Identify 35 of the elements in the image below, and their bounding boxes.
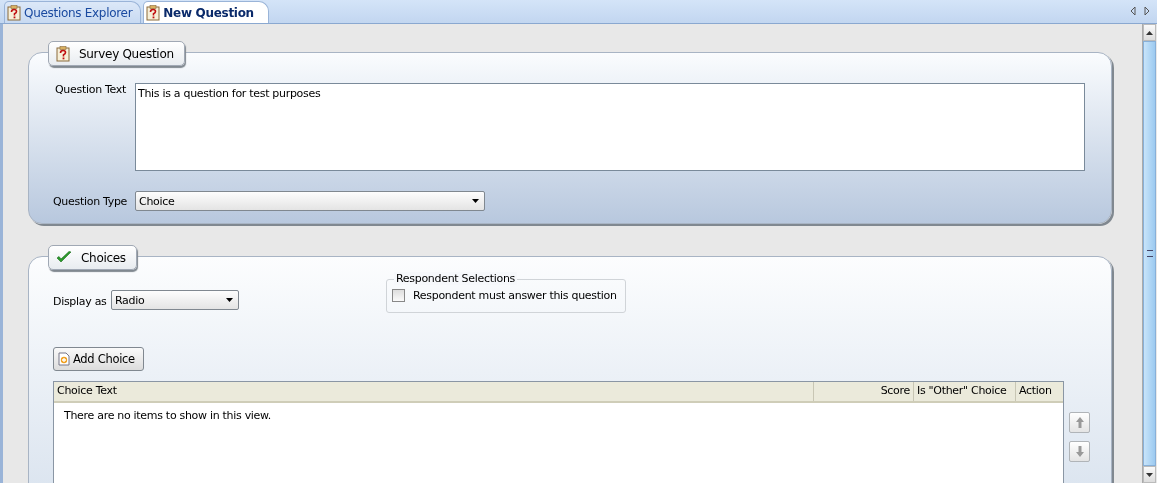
scroll-left-icon[interactable] xyxy=(1129,6,1137,16)
down-arrow-icon xyxy=(1075,446,1084,457)
empty-message: There are no items to show in this view. xyxy=(63,408,272,424)
scroll-down-icon[interactable] xyxy=(1146,472,1153,477)
checkmark-icon xyxy=(56,251,72,264)
move-down-button[interactable] xyxy=(1069,441,1090,462)
dropdown-arrow-icon xyxy=(226,298,233,302)
checkbox-label: Respondent must answer this question xyxy=(413,289,617,302)
scroll-up-icon[interactable] xyxy=(1146,30,1153,35)
question-icon xyxy=(146,4,161,21)
question-type-dropdown[interactable]: Choice xyxy=(135,191,485,211)
tab[interactable]: New Question xyxy=(143,1,269,23)
group-title: Respondent Selections xyxy=(394,272,517,285)
column-header[interactable]: Is "Other" Choice xyxy=(914,382,1016,401)
scroll-right-icon[interactable] xyxy=(1143,6,1151,16)
question-type-label: Question Type xyxy=(53,194,129,208)
display-as-label: Display as xyxy=(53,295,108,308)
tab[interactable]: Questions Explorer xyxy=(4,1,142,23)
column-header[interactable]: Choice Text xyxy=(54,382,814,401)
display-as-dropdown[interactable]: Radio xyxy=(111,290,239,310)
question-icon xyxy=(7,4,21,21)
dropdown-arrow-icon xyxy=(472,199,479,203)
panel-title: Choices xyxy=(81,250,126,265)
checkbox[interactable] xyxy=(392,289,405,302)
question-text-label: Question Text xyxy=(55,83,128,96)
question-icon xyxy=(56,45,70,62)
vertical-scrollbar[interactable] xyxy=(1142,24,1156,483)
question-text-field[interactable]: This is a question for test purposes xyxy=(135,83,1085,171)
up-arrow-icon xyxy=(1075,417,1084,428)
add-document-icon xyxy=(58,352,70,366)
panel-title: Survey Question xyxy=(79,46,174,61)
move-up-button[interactable] xyxy=(1069,412,1090,433)
add-choice-button[interactable]: Add Choice xyxy=(53,347,144,371)
column-header[interactable]: Action xyxy=(1016,382,1063,401)
column-header[interactable]: Score xyxy=(814,382,914,401)
